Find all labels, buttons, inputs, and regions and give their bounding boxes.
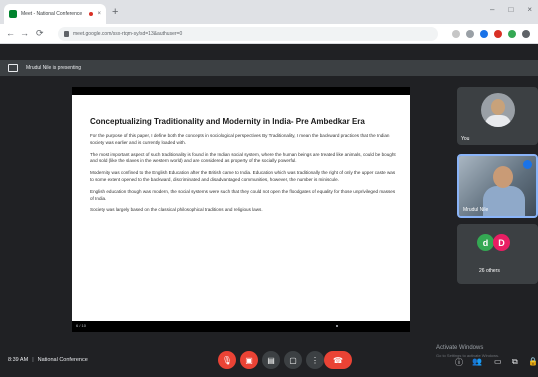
info-icon[interactable]: ⓘ <box>455 357 463 368</box>
browser-tab[interactable]: Meet - National Conference × <box>4 4 106 24</box>
back-button[interactable]: ← <box>6 28 15 38</box>
extension-icon[interactable] <box>480 30 488 38</box>
url-field[interactable]: meet.google.com/ssx-rtqm-sy/sd=13&authus… <box>58 27 438 41</box>
slide-footer: 6 / 10 <box>72 321 410 332</box>
slide-paragraph: English education though was modern, the… <box>90 188 396 201</box>
lock-icon <box>64 31 69 37</box>
more-options-button[interactable]: ⋮ <box>306 351 324 369</box>
recording-dot-icon <box>89 12 94 16</box>
slide-paragraph: The most important aspect of such tradit… <box>90 151 396 164</box>
slide-title: Conceptualizing Traditionality and Moder… <box>90 117 365 126</box>
meeting-name: National Conference <box>37 357 88 363</box>
meeting-info: 8:39 AM | National Conference <box>8 357 88 363</box>
captions-button[interactable]: ▤ <box>262 351 280 369</box>
avatar-head-icon <box>491 99 505 115</box>
slide-dot-icon <box>336 325 338 327</box>
activities-icon[interactable]: ⧉ <box>512 357 518 367</box>
slide-paragraph: Society was largely based on the classic… <box>90 207 263 213</box>
minimize-button[interactable]: – <box>490 5 494 14</box>
captions-icon: ▤ <box>267 355 275 365</box>
more-icon: ⋮ <box>311 355 319 365</box>
profile-avatar-icon[interactable] <box>522 30 530 38</box>
present-screen-icon <box>8 64 18 72</box>
others-count: 26 others <box>479 268 500 274</box>
slide-paragraph: Modernity was confined to the English Ed… <box>90 170 396 182</box>
meet-favicon-icon <box>9 10 17 18</box>
presenting-bar: Mrudul Nile is presenting <box>0 60 538 76</box>
reload-button[interactable]: ⟳ <box>36 28 44 39</box>
meeting-time: 8:39 AM <box>8 357 29 363</box>
present-button[interactable]: ▢ <box>284 351 302 369</box>
camera-off-icon: ▣ <box>245 355 253 365</box>
activate-windows-subtext: Go to Settings to activate Windows. <box>436 353 500 358</box>
avatar <box>481 93 515 127</box>
camera-toggle-button[interactable]: ▣ <box>240 351 258 369</box>
avatar-letter: d <box>477 234 494 251</box>
browser-tab-bar: Meet - National Conference × + – □ × <box>0 0 538 24</box>
bottom-control-bar: 8:39 AM | National Conference 🎙 ▣ ▤ ▢ ⋮ ☎ … <box>0 343 538 377</box>
mic-toggle-button[interactable]: 🎙 <box>218 351 236 369</box>
extension-icon[interactable] <box>494 30 502 38</box>
avatar-letter: D <box>493 234 510 251</box>
extension-icon[interactable] <box>508 30 516 38</box>
forward-button[interactable]: → <box>20 28 29 38</box>
mic-off-icon: 🎙 <box>221 355 233 365</box>
presentation-stage: Conceptualizing Traditionality and Moder… <box>72 87 410 332</box>
participant-tile-speaker[interactable]: Mrudul Nile <box>457 154 538 218</box>
tab-title: Meet - National Conference <box>21 11 83 17</box>
participant-tile-others[interactable]: d D 26 others <box>457 224 538 284</box>
bookmark-star-icon[interactable] <box>466 30 474 38</box>
chat-icon[interactable]: ▭ <box>494 357 502 366</box>
avatar-body-icon <box>485 115 511 127</box>
maximize-button[interactable]: □ <box>508 5 513 14</box>
lock-host-icon[interactable]: 🔒 <box>528 357 538 366</box>
page-indicator: 6 / 10 <box>76 323 87 328</box>
present-icon: ▢ <box>289 355 297 365</box>
speaker-head-icon <box>493 166 513 188</box>
url-text: meet.google.com/ssx-rtqm-sy/sd=13&authus… <box>73 31 183 37</box>
end-call-icon: ☎ <box>333 355 343 365</box>
speaker-body-icon <box>483 186 525 216</box>
close-window-button[interactable]: × <box>527 5 532 14</box>
presenting-text: Mrudul Nile is presenting <box>26 65 82 71</box>
activate-windows-text: Activate Windows <box>436 345 484 351</box>
slide: Conceptualizing Traditionality and Moder… <box>72 95 410 321</box>
extension-icon[interactable] <box>452 30 460 38</box>
participant-tile-you[interactable]: You <box>457 87 538 145</box>
window-controls: – □ × <box>490 5 532 14</box>
participant-name: You <box>461 136 470 142</box>
slide-paragraph: For the purpose of this paper, I define … <box>90 133 390 145</box>
speaking-indicator-icon <box>523 160 532 169</box>
people-icon[interactable]: 👥 <box>472 357 482 366</box>
end-call-button[interactable]: ☎ <box>324 351 352 369</box>
participant-name: Mrudul Nile <box>463 207 489 213</box>
close-tab-icon[interactable]: × <box>97 11 101 17</box>
new-tab-button[interactable]: + <box>112 5 118 19</box>
address-bar-row: ← → ⟳ meet.google.com/ssx-rtqm-sy/sd=13&… <box>0 24 538 44</box>
